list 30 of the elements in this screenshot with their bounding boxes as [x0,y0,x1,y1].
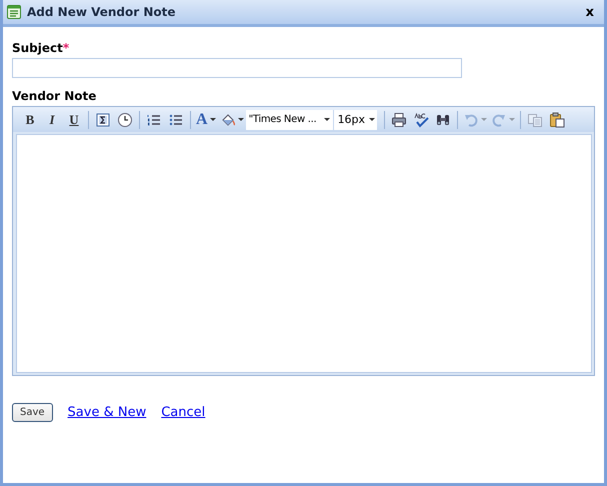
symbol-icon [95,112,111,128]
action-link[interactable]: Cancel [161,405,206,420]
save-button[interactable]: Save [12,403,53,422]
redo-icon [490,112,507,128]
undo-icon [462,112,479,128]
close-button[interactable]: x [584,4,596,20]
paint-bucket-icon [220,112,236,128]
underline-button[interactable]: U [63,110,85,130]
italic-button[interactable]: I [41,110,63,130]
caret-icon [508,118,515,121]
font-dropdown[interactable]: "Times New ... [246,110,333,130]
spellcheck-icon [412,112,429,128]
field-label: Vendor Note [12,89,96,103]
note-icon [7,5,21,19]
required-mark: * [62,41,70,55]
bold-button[interactable]: B [19,110,41,130]
caret-icon [369,118,376,121]
caret-icon [324,118,330,121]
printer-icon [390,112,407,128]
copy-icon [526,112,543,128]
font-color-button[interactable]: A [194,110,218,130]
caret-icon [210,118,216,121]
subject-field[interactable] [12,58,462,78]
label-text: Subject [12,41,63,55]
clipboard-icon [548,112,565,128]
action-link[interactable]: Save & New [68,405,146,420]
size-dropdown[interactable]: 16px [332,110,377,130]
caret-icon [480,118,487,121]
clock-icon [117,112,133,128]
window-title: Add New Vendor Note [27,5,176,19]
